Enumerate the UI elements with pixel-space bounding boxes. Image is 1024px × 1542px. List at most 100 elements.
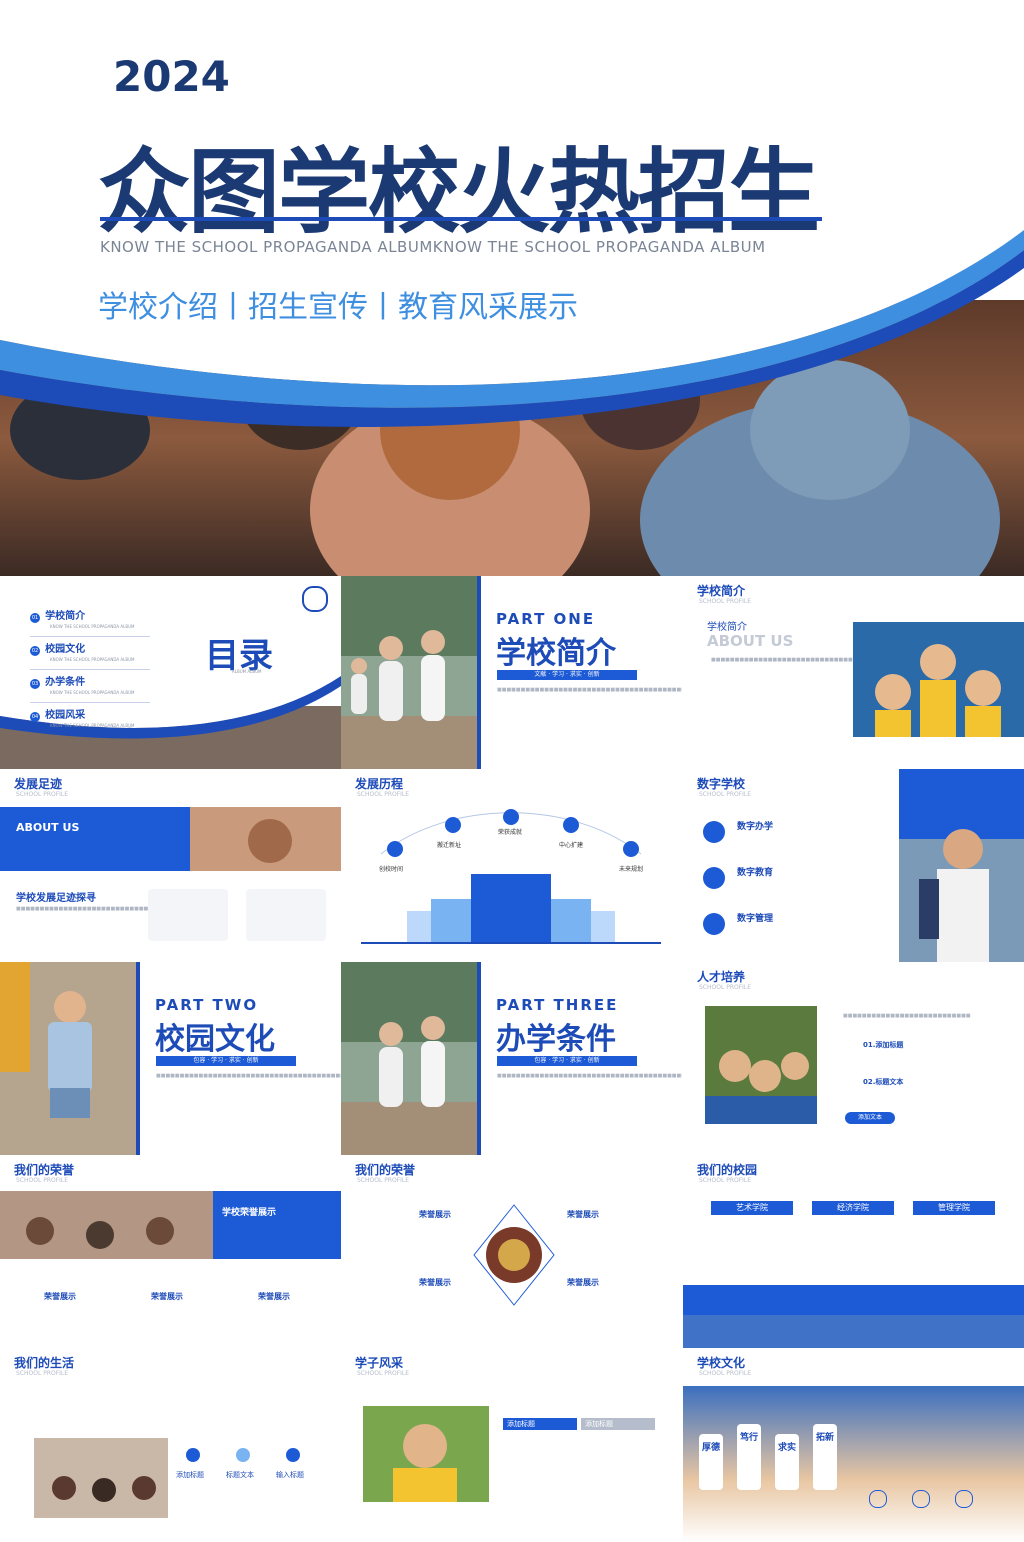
dev-subtitle: 学校发展足迹探寻	[16, 893, 96, 904]
value-word: 笃行	[737, 1424, 761, 1490]
intro-label: 学校简介	[707, 622, 747, 633]
slide-header: 学校简介	[697, 584, 746, 598]
accent-bar	[136, 962, 140, 1155]
digital-icon	[703, 821, 725, 843]
sunset-background	[683, 1386, 1024, 1542]
toc-slide: 01 学校简介 KNOW THE SCHOOL PROPAGANDA ALBUM…	[0, 576, 341, 769]
part-label: PART TWO	[155, 996, 259, 1014]
slide-header-sub: SCHOOL PROFILE	[357, 1177, 410, 1184]
talent-item: 01.添加标题	[863, 1041, 904, 1049]
slide-header: 人才培养	[697, 970, 746, 984]
add-text-button[interactable]: 添加文本	[845, 1112, 895, 1124]
college-tab[interactable]: 艺术学院	[711, 1201, 793, 1215]
slide-header: 我们的生活	[14, 1356, 75, 1370]
toc-label: 办学条件	[45, 677, 86, 688]
slide-header-sub: SCHOOL PROFILE	[357, 1370, 410, 1377]
college-tab[interactable]: 经济学院	[812, 1201, 894, 1215]
toc-en: KNOW THE SCHOOL PROPAGANDA ALBUM	[50, 723, 135, 728]
toc-label: 校园文化	[45, 644, 86, 655]
hero-subtitle: 学校介绍丨招生宣传丨教育风采展示	[98, 290, 578, 325]
intro-about: ABOUT US	[707, 632, 794, 650]
part-desc: ■■■■■■■■■■■■■■■■■■■■■■■■■■■■■■■■■■■■■■■■…	[497, 687, 682, 693]
slide-header: 我们的校园	[697, 1163, 758, 1177]
part-title: 办学条件	[496, 1022, 616, 1057]
student-photo	[899, 769, 1024, 962]
slide-header-sub: SCHOOL PROFILE	[699, 984, 752, 991]
lecture-hall-photo	[34, 1438, 168, 1518]
intro-text: ■■■■■■■■■■■■■■■■■■■■■■■■■■■■■■■■■■■■■■■■…	[711, 657, 995, 663]
laughing-boy-photo	[363, 1406, 489, 1502]
student-style-slide: 学子风采 SCHOOL PROFILE 添加标题 添加标题	[341, 1348, 682, 1542]
part-tags: 文献 · 学习 · 求实 · 创新	[497, 670, 637, 680]
running-kids-photo	[341, 962, 477, 1155]
life-icon	[186, 1448, 200, 1462]
classroom-hands-photo	[0, 1191, 213, 1259]
running-kids-photo	[341, 576, 477, 769]
slide-header-sub: SCHOOL PROFILE	[16, 791, 69, 798]
dev-about: ABOUT US	[16, 821, 80, 834]
value-word: 求实	[775, 1434, 799, 1490]
toc-en: KNOW THE SCHOOL PROPAGANDA ALBUM	[50, 624, 135, 629]
toc-item[interactable]: 04 校园风采 KNOW THE SCHOOL PROPAGANDA ALBUM	[30, 703, 150, 731]
campus-slide: 我们的校园 SCHOOL PROFILE 艺术学院 经济学院 管理学院	[683, 1155, 1024, 1348]
part-title: 校园文化	[155, 1022, 275, 1057]
toc-sub: ALBUM ALBUM	[232, 669, 262, 674]
life-slide: 我们的生活 SCHOOL PROFILE 添加标题 标题文本 输入标题	[0, 1348, 341, 1542]
slide-header: 我们的荣誉	[355, 1163, 416, 1177]
slide-header-sub: SCHOOL PROFILE	[357, 791, 410, 798]
toc-item[interactable]: 02 校园文化 KNOW THE SCHOOL PROPAGANDA ALBUM	[30, 637, 150, 670]
honor-emblem-image	[473, 1204, 555, 1306]
info-card	[148, 889, 228, 941]
part-three-slide: PART THREE 办学条件 包容 · 学习 · 求实 · 创新 ■■■■■■…	[341, 962, 682, 1155]
slide-header-sub: SCHOOL PROFILE	[699, 1177, 752, 1184]
digital-item: 数字管理	[737, 914, 774, 924]
style-card-title: 添加标题	[581, 1418, 655, 1430]
girl-banner-photo	[0, 807, 341, 871]
timeline-node: 搬迁新址	[437, 842, 462, 849]
slide-header: 学校文化	[697, 1356, 746, 1370]
school-logo-icon	[302, 586, 328, 612]
talent-item: 02.标题文本	[863, 1078, 904, 1086]
part-tags: 包容 · 学习 · 求实 · 创新	[497, 1056, 637, 1066]
school-intro-slide: 学校简介 SCHOOL PROFILE 学校简介 ABOUT US ■■■■■■…	[683, 576, 1024, 769]
toc-label: 校园风采	[45, 710, 86, 721]
history-slide: 发展历程 SCHOOL PROFILE 创校时间 搬迁新址 荣获成就 中心扩建 …	[341, 769, 682, 962]
digital-icon	[703, 867, 725, 889]
toc-num: 01	[30, 613, 40, 623]
life-icon	[236, 1448, 250, 1462]
hero-year: 2024	[113, 52, 230, 101]
info-card	[246, 889, 326, 941]
honor-slide-1: 我们的荣誉 SCHOOL PROFILE 学校荣誉展示 荣誉展示 荣誉展示 荣誉…	[0, 1155, 341, 1348]
slide-header-sub: SCHOOL PROFILE	[699, 1370, 752, 1377]
link-icon	[912, 1490, 930, 1508]
slide-header-sub: SCHOOL PROFILE	[699, 598, 752, 605]
life-item: 输入标题	[276, 1471, 304, 1479]
life-icon	[286, 1448, 300, 1462]
part-tags: 包容 · 学习 · 求实 · 创新	[156, 1056, 296, 1066]
part-two-slide: PART TWO 校园文化 包容 · 学习 · 求实 · 创新 ■■■■■■■■…	[0, 962, 341, 1155]
value-word: 厚德	[699, 1434, 723, 1490]
timeline-node: 荣获成就	[498, 829, 523, 836]
honor-item: 荣誉展示	[419, 1278, 451, 1287]
timeline-node: 未来规划	[619, 866, 644, 873]
honor-banner-title: 学校荣誉展示	[222, 1208, 277, 1218]
slide-header-sub: SCHOOL PROFILE	[16, 1177, 69, 1184]
college-tab[interactable]: 管理学院	[913, 1201, 995, 1215]
toc-label: 学校简介	[45, 611, 86, 622]
girl-running-photo	[0, 962, 136, 1155]
user-icon	[869, 1490, 887, 1508]
toc-item[interactable]: 01 学校简介 KNOW THE SCHOOL PROPAGANDA ALBUM	[30, 604, 150, 637]
accent-bar	[477, 962, 481, 1155]
history-timeline	[361, 809, 661, 944]
school-culture-slide: 学校文化 SCHOOL PROFILE 厚德 笃行 求实 拓新	[683, 1348, 1024, 1542]
honor-banner	[213, 1191, 341, 1259]
honor-item: 荣誉展示	[44, 1292, 76, 1301]
life-item: 标题文本	[226, 1471, 254, 1479]
honor-item: 荣誉展示	[258, 1292, 290, 1301]
toc-en: KNOW THE SCHOOL PROPAGANDA ALBUM	[50, 690, 135, 695]
timeline-node: 中心扩建	[559, 842, 584, 849]
talent-slide: 人才培养 SCHOOL PROFILE ■■■■■■■■■■■■■■■■■■■■…	[683, 962, 1024, 1155]
toc-item[interactable]: 03 办学条件 KNOW THE SCHOOL PROPAGANDA ALBUM	[30, 670, 150, 703]
happy-kids-photo	[853, 622, 1024, 737]
slide-header: 我们的荣誉	[14, 1163, 75, 1177]
